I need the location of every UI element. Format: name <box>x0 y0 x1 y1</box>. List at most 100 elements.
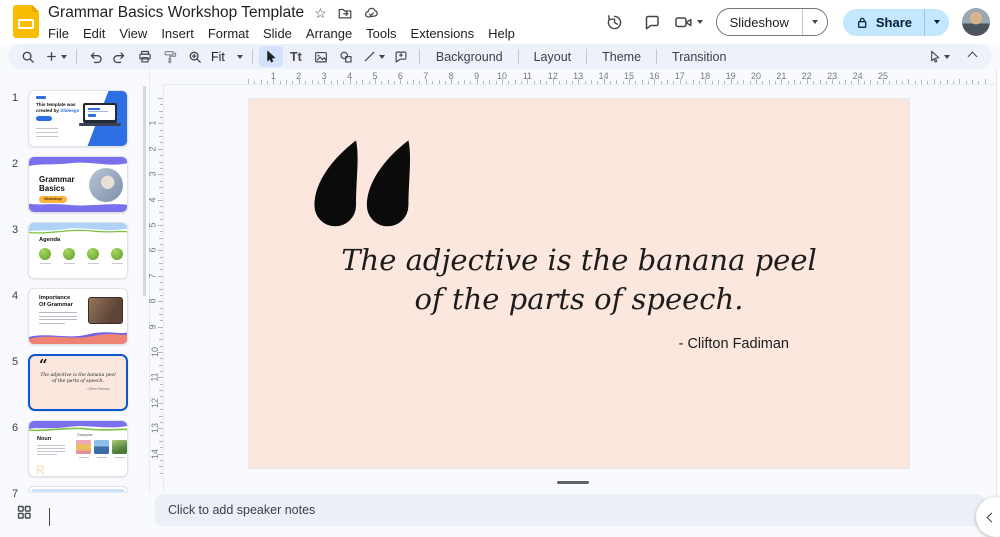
quotation-marks-graphic[interactable] <box>299 135 413 229</box>
thumb6-photo <box>112 440 127 454</box>
slide-number[interactable]: 5 <box>7 356 23 368</box>
slide-thumbnail-6[interactable]: Noun Examples R <box>28 420 128 477</box>
slide-thumbnail-3[interactable]: Agenda <box>28 222 128 279</box>
decorative-letter: R <box>36 464 45 476</box>
text-line <box>115 457 125 458</box>
star-icon[interactable]: ☆ <box>314 6 327 20</box>
speaker-notes-placeholder: Click to add speaker notes <box>155 494 985 526</box>
text-line <box>36 136 58 137</box>
paint-format-button[interactable] <box>158 46 182 67</box>
thumb1-text: created by Slidesgo <box>36 108 79 113</box>
layout-button[interactable]: Layout <box>524 48 582 66</box>
quote-text[interactable]: The adjective is the banana peel of the … <box>249 241 909 319</box>
agenda-item-graphic <box>63 248 75 260</box>
background-button[interactable]: Background <box>426 48 513 66</box>
menu-tools[interactable]: Tools <box>359 25 403 42</box>
undo-button[interactable] <box>83 46 107 67</box>
insert-image-button[interactable] <box>309 46 333 67</box>
thumb1-text: This template was <box>36 102 76 107</box>
new-slide-button[interactable] <box>41 49 70 64</box>
insert-comment-button[interactable] <box>389 46 413 67</box>
collapse-toolbar-button[interactable] <box>960 46 984 67</box>
slides-logo-icon[interactable] <box>13 5 39 38</box>
slide-thumbnail-7[interactable] <box>28 486 128 492</box>
ruler-label: 12 <box>150 398 160 408</box>
text-line <box>37 454 57 455</box>
quote-mark-graphic: “ <box>39 356 48 374</box>
slideshow-button[interactable]: Slideshow <box>716 8 828 36</box>
search-menus-icon[interactable] <box>16 46 40 67</box>
move-folder-icon[interactable] <box>337 5 353 21</box>
comment-history-icon[interactable] <box>637 7 667 37</box>
theme-button[interactable]: Theme <box>592 48 651 66</box>
transition-button[interactable]: Transition <box>662 48 736 66</box>
slideshow-dropdown[interactable] <box>802 9 827 35</box>
quote-attribution[interactable]: - Clifton Fadiman <box>679 336 789 352</box>
insert-shape-button[interactable] <box>334 46 358 67</box>
text-box-tool-button[interactable]: Tt <box>284 46 308 67</box>
slide-number[interactable]: 6 <box>7 422 23 434</box>
menu-view[interactable]: View <box>112 25 154 42</box>
slide-thumbnail-1[interactable]: This template was created by Slidesgo <box>28 90 128 147</box>
slide-canvas[interactable]: The adjective is the banana peel of the … <box>163 84 1000 492</box>
horizontal-ruler: 1234567891011121314151617181920212223242… <box>163 70 1000 84</box>
share-button[interactable]: Share <box>843 9 949 36</box>
chevron-up-icon <box>967 52 977 62</box>
video-camera-icon <box>674 13 693 31</box>
menu-arrange[interactable]: Arrange <box>299 25 359 42</box>
menu-edit[interactable]: Edit <box>76 25 112 42</box>
collapse-filmstrip-button[interactable] <box>49 508 50 526</box>
menu-file[interactable]: File <box>41 25 76 42</box>
menu-format[interactable]: Format <box>201 25 256 42</box>
ruler-label: 2 <box>296 71 301 81</box>
wave-graphic <box>29 328 127 344</box>
ruler-label: 12 <box>548 71 558 81</box>
slide-number[interactable]: 7 <box>7 488 23 500</box>
zoom-in-button[interactable] <box>183 46 207 67</box>
slide-thumbnail-4[interactable]: ImportanceOf Grammar <box>28 288 128 345</box>
toolbar: Fit Tt Background Layout Theme Transition <box>8 44 992 69</box>
slide-number[interactable]: 1 <box>7 92 23 104</box>
slide-number[interactable]: 3 <box>7 224 23 236</box>
select-tool-button[interactable] <box>259 46 283 67</box>
share-dropdown[interactable] <box>924 9 949 36</box>
current-slide[interactable]: The adjective is the banana peel of the … <box>249 99 909 468</box>
menu-help[interactable]: Help <box>481 25 522 42</box>
ruler-label: 14 <box>599 71 609 81</box>
share-label: Share <box>876 15 912 30</box>
menu-extensions[interactable]: Extensions <box>404 25 482 42</box>
print-button[interactable] <box>133 46 157 67</box>
cloud-status-icon[interactable] <box>363 5 380 21</box>
menu-insert[interactable]: Insert <box>154 25 201 42</box>
zoom-select[interactable]: Fit <box>208 50 246 64</box>
ruler-label: 6 <box>148 248 158 253</box>
meet-controls[interactable] <box>674 13 703 31</box>
pointer-icon <box>927 49 942 64</box>
pointer-mode-button[interactable] <box>924 49 953 64</box>
thumb6-title: Noun <box>37 436 51 442</box>
account-avatar[interactable] <box>962 8 990 36</box>
slide-number[interactable]: 4 <box>7 290 23 302</box>
slide-thumbnail-2[interactable]: GrammarBasics Workshop <box>28 156 128 213</box>
version-history-icon[interactable] <box>600 7 630 37</box>
filmstrip-scrollbar[interactable] <box>143 86 146 296</box>
grid-view-button[interactable] <box>17 505 33 521</box>
menu-slide[interactable]: Slide <box>256 25 299 42</box>
speaker-notes-input[interactable]: Click to add speaker notes <box>155 494 985 526</box>
insert-line-button[interactable] <box>359 49 388 64</box>
text-line <box>97 457 107 458</box>
notes-resize-handle[interactable] <box>557 481 589 484</box>
logo-fold <box>32 5 39 12</box>
logo-rect <box>18 19 34 29</box>
slide-thumbnail-5-selected[interactable]: “ The adjective is the banana peelof the… <box>28 354 128 411</box>
ruler-label: 11 <box>150 373 160 382</box>
slideshow-label[interactable]: Slideshow <box>717 9 802 35</box>
thumb5-attribution: - Clifton Fadiman <box>86 387 110 391</box>
ruler-label: 14 <box>150 449 160 459</box>
document-title[interactable]: Grammar Basics Workshop Template <box>48 4 304 22</box>
redo-button[interactable] <box>108 46 132 67</box>
slide-number[interactable]: 2 <box>7 158 23 170</box>
ruler-label: 4 <box>347 71 352 81</box>
text-line <box>39 323 65 324</box>
thumb6-examples-label: Examples <box>75 433 95 437</box>
